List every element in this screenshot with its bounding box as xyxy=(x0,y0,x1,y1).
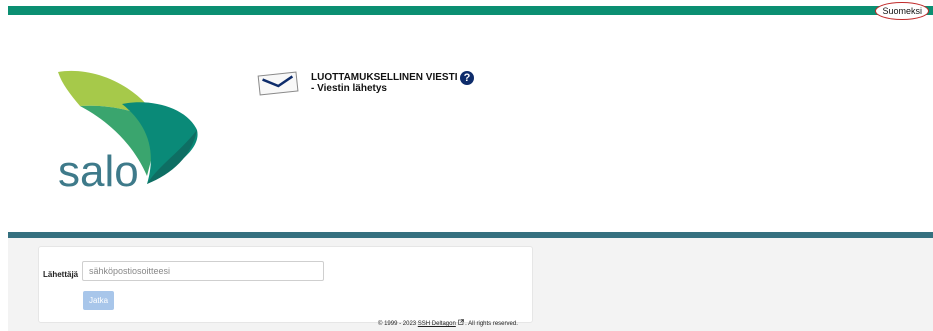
footer: © 1999 - 2023 SSH Deltagon . All rights … xyxy=(378,319,518,327)
salo-logo: salo xyxy=(52,64,202,196)
envelope-icon xyxy=(256,70,300,96)
logo-wordmark: salo xyxy=(58,147,139,192)
form-area: Lähettäjä Jatka xyxy=(8,238,933,331)
footer-copyright: © 1999 - 2023 xyxy=(378,321,417,327)
footer-rights: . All rights reserved. xyxy=(465,321,518,327)
page-title: LUOTTAMUKSELLINEN VIESTI xyxy=(311,72,458,83)
top-accent-bar xyxy=(8,6,933,15)
page-subtitle: - Viestin lähetys xyxy=(311,83,387,94)
continue-button[interactable]: Jatka xyxy=(83,291,114,310)
language-selector[interactable]: Suomeksi xyxy=(875,2,929,20)
sender-email-input[interactable] xyxy=(82,261,324,281)
sender-form-card: Lähettäjä Jatka xyxy=(38,246,533,323)
question-icon[interactable]: ? xyxy=(460,71,474,85)
footer-company-link[interactable]: SSH Deltagon xyxy=(418,321,456,327)
sender-label: Lähettäjä xyxy=(43,270,79,279)
